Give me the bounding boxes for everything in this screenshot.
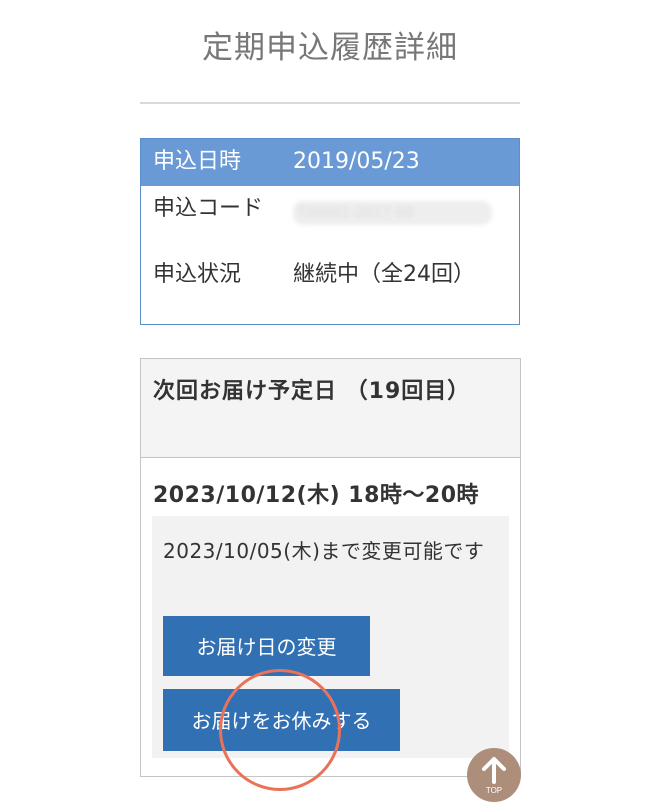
change-delivery-date-button[interactable]: お届け日の変更 xyxy=(163,616,370,676)
application-status-label: 申込状況 xyxy=(153,262,242,287)
application-date-value: 2019/05/23 xyxy=(293,149,420,174)
next-delivery-header: 次回お届け予定日 （19回目） xyxy=(141,359,520,458)
page-title: 定期申込履歴詳細 xyxy=(202,30,458,66)
application-status-value: 継続中（全24回） xyxy=(293,262,475,287)
next-delivery-date: 2023/10/12(木) 18時〜20時 xyxy=(153,483,480,508)
arrow-up-icon xyxy=(482,757,506,784)
application-status-row: 申込状況 継続中（全24回） xyxy=(141,248,519,324)
application-info-table: 申込日時 2019/05/23 申込コード T00001-2017-00 申込状… xyxy=(140,138,520,325)
highlight-circle-annotation xyxy=(219,669,341,791)
scroll-to-top-button[interactable]: TOP xyxy=(467,748,521,802)
application-code-value-blurred: T00001-2017-00 xyxy=(293,201,492,225)
next-delivery-heading: 次回お届け予定日 （19回目） xyxy=(153,379,471,404)
title-divider xyxy=(140,102,520,104)
application-code-label: 申込コード xyxy=(153,196,264,221)
application-date-row: 申込日時 2019/05/23 xyxy=(141,139,519,186)
scroll-to-top-label: TOP xyxy=(485,786,503,795)
change-deadline-notice: 2023/10/05(木)まで変更可能です xyxy=(163,539,485,563)
application-date-label: 申込日時 xyxy=(153,149,242,174)
